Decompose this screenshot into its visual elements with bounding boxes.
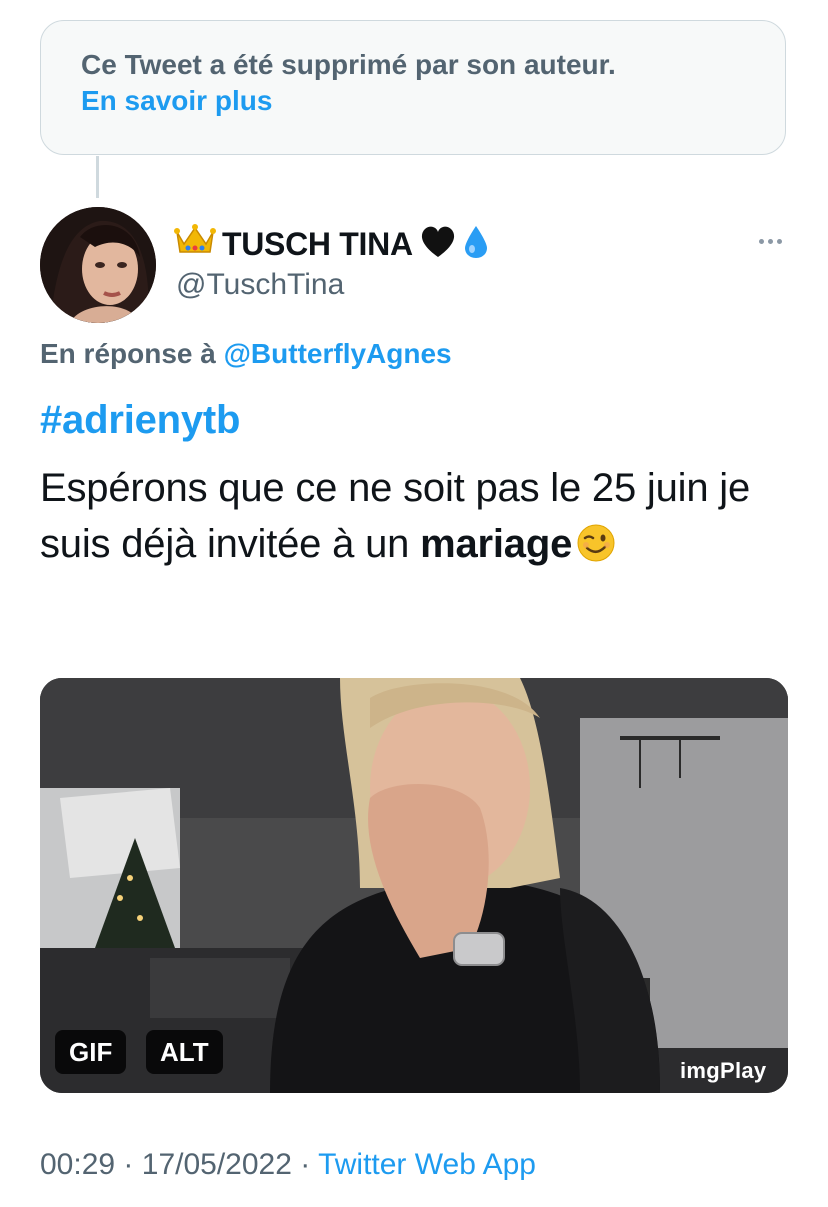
droplet-icon [463,224,489,265]
display-name-row[interactable]: TUSCH TINA [174,222,489,266]
black-heart-icon [419,225,457,264]
deleted-tweet-notice: Ce Tweet a été supprimé par son auteur. … [40,20,786,155]
tweet-source-link[interactable]: Twitter Web App [318,1148,536,1181]
hashtag-link[interactable]: #adrienytb [40,398,240,443]
crown-icon [174,222,216,267]
reply-prefix: En réponse à [40,338,216,369]
display-name: TUSCH TINA [222,225,413,262]
meta-separator: · [123,1148,134,1181]
winking-face-icon [576,522,616,562]
tweet-meta: 00:29 · 17/05/2022 · Twitter Web App [40,1148,536,1182]
tweet-text: Espérons que ce ne soit pas le 25 juin j… [40,460,780,572]
learn-more-link[interactable]: En savoir plus [81,83,272,119]
deleted-tweet-text: Ce Tweet a été supprimé par son auteur. [81,49,616,80]
alt-text-button[interactable]: ALT [146,1030,223,1074]
tweet-date[interactable]: 17/05/2022 [142,1148,292,1181]
tweet-text-bold: mariage [420,522,573,566]
gif-badge: GIF [55,1030,127,1074]
reply-context: En réponse à @ButterflyAgnes [40,338,452,370]
thread-connector-line [96,156,99,198]
more-options-icon[interactable] [750,226,790,256]
author-handle[interactable]: @TuschTina [176,268,344,302]
imgplay-watermark: imgPlay [680,1058,767,1083]
reply-handle-link[interactable]: @ButterflyAgnes [224,338,452,369]
avatar[interactable] [40,207,156,323]
tweet-time[interactable]: 00:29 [40,1148,115,1181]
tweet-text-main: Espérons que ce ne soit pas le 25 juin j… [40,466,751,566]
meta-separator-2: · [300,1148,311,1181]
